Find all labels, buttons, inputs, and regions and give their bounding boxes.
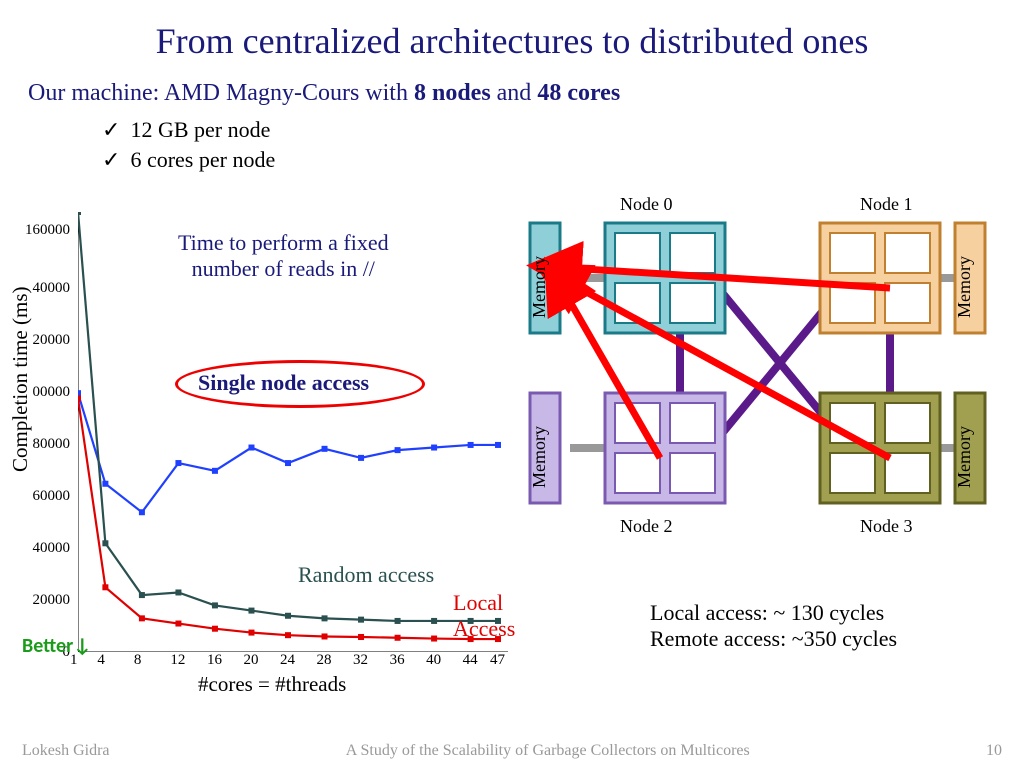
check-icon: ✓ <box>102 147 120 172</box>
machine-subtitle: Our machine: AMD Magny-Cours with 8 node… <box>0 62 1024 107</box>
chart-note: Time to perform a fixed number of reads … <box>178 230 389 282</box>
memory-label: Memory <box>529 426 549 488</box>
subtitle-nodes: 8 nodes <box>414 80 491 106</box>
better-indicator: Better↓ <box>22 634 91 658</box>
chart-note-line: number of reads in // <box>178 256 389 282</box>
access-cycles: Local access: ~ 130 cycles Remote access… <box>650 600 897 652</box>
chart-note-line: Time to perform a fixed <box>178 230 389 256</box>
memory-label: Memory <box>954 256 974 318</box>
ytick: 40000 <box>14 540 70 557</box>
footer-title: A Study of the Scalability of Garbage Co… <box>346 742 750 760</box>
random-access-label: Random access <box>298 562 434 588</box>
bullet-text: 6 cores per node <box>130 147 275 172</box>
chart: Completion time (ms) 0 20000 40000 60000… <box>18 212 518 682</box>
ytick: 00000 <box>14 384 70 401</box>
node-2-icon <box>605 393 725 503</box>
node-1-label: Node 1 <box>860 194 913 215</box>
xtick: 20 <box>243 652 258 669</box>
footer-author: Lokesh Gidra <box>22 742 110 760</box>
memory-label: Memory <box>529 256 549 318</box>
remote-cycles: Remote access: ~350 cycles <box>650 626 897 652</box>
xtick: 16 <box>207 652 222 669</box>
footer: Lokesh Gidra A Study of the Scalability … <box>0 742 1024 760</box>
list-item: ✓ 12 GB per node <box>102 115 1024 145</box>
xtick: 47 <box>490 652 505 669</box>
slide-title: From centralized architectures to distri… <box>0 0 1024 62</box>
ytick: 20000 <box>14 592 70 609</box>
xtick: 44 <box>463 652 478 669</box>
numa-diagram: Memory Memory Memory Memory Node 0 Node … <box>510 198 1000 558</box>
local-access-line: Access <box>453 616 515 642</box>
local-access-label: Local Access <box>453 590 515 642</box>
xtick: 40 <box>426 652 441 669</box>
single-node-callout: Single node access <box>198 370 369 396</box>
subtitle-cores: 48 cores <box>537 80 620 106</box>
node-3-label: Node 3 <box>860 516 913 537</box>
node-0-label: Node 0 <box>620 194 673 215</box>
xtick: 36 <box>390 652 405 669</box>
subtitle-prefix: Our machine: AMD Magny-Cours with <box>28 80 414 106</box>
local-access-line: Local <box>453 590 515 616</box>
check-icon: ✓ <box>102 117 120 142</box>
spec-list: ✓ 12 GB per node ✓ 6 cores per node <box>0 107 1024 174</box>
memory-label: Memory <box>954 426 974 488</box>
node-2-label: Node 2 <box>620 516 673 537</box>
list-item: ✓ 6 cores per node <box>102 145 1024 175</box>
local-cycles: Local access: ~ 130 cycles <box>650 600 897 626</box>
bullet-text: 12 GB per node <box>130 117 270 142</box>
ytick: 20000 <box>14 332 70 349</box>
xtick: 28 <box>317 652 332 669</box>
ytick: 60000 <box>14 488 70 505</box>
chart-xlabel: #cores = #threads <box>198 672 346 697</box>
xtick: 4 <box>97 652 105 669</box>
xtick: 8 <box>134 652 142 669</box>
node-3-icon <box>820 393 940 503</box>
ytick: 40000 <box>14 280 70 297</box>
footer-page: 10 <box>986 742 1002 760</box>
xtick: 12 <box>170 652 185 669</box>
xtick: 32 <box>353 652 368 669</box>
subtitle-and: and <box>491 80 538 106</box>
ytick: 160000 <box>14 222 70 239</box>
node-1-icon <box>820 223 940 333</box>
ytick: 80000 <box>14 436 70 453</box>
xtick: 24 <box>280 652 295 669</box>
